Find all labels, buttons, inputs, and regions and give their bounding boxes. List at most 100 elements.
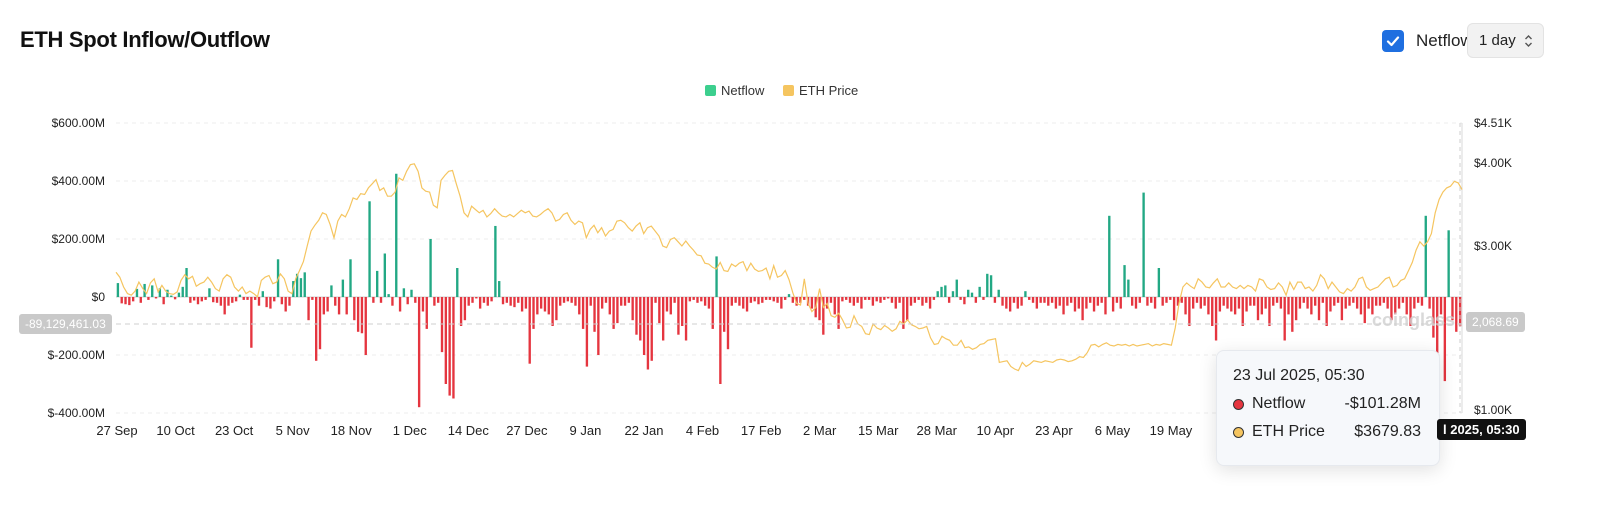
netflow-bar [223, 297, 226, 315]
netflow-bar [1348, 297, 1351, 306]
netflow-bar [1062, 297, 1065, 315]
tooltip-netflow-label: Netflow [1252, 395, 1306, 412]
netflow-bar [1401, 297, 1405, 303]
legend-netflow-swatch [705, 85, 716, 96]
netflow-bar [353, 297, 356, 321]
netflow-bar [326, 297, 329, 312]
netflow-bar [1310, 297, 1313, 315]
legend-price-label: ETH Price [799, 83, 858, 98]
netflow-bar [1298, 297, 1302, 309]
netflow-bar [356, 297, 360, 332]
netflow-bar [379, 297, 383, 303]
netflow-bar [1294, 297, 1298, 321]
netflow-bar [1413, 297, 1416, 309]
netflow-bar [1329, 297, 1332, 312]
netflow-bar [448, 297, 451, 396]
netflow-bar [120, 297, 123, 304]
netflow-bar [181, 286, 184, 297]
netflow-bar [1066, 297, 1069, 306]
y-tick-label: $0 [92, 290, 106, 304]
netflow-bar [559, 297, 562, 306]
tooltip-row-price: ETH Price $3679.83 [1233, 423, 1421, 441]
netflow-bar [1214, 297, 1218, 341]
netflow-bar [421, 297, 425, 312]
chart-tooltip: 23 Jul 2025, 05:30 Netflow -$101.28M ETH… [1216, 350, 1440, 466]
netflow-bar [1275, 297, 1279, 303]
netflow-bar [997, 289, 1000, 297]
netflow-bar [894, 297, 897, 309]
netflow-bar [780, 297, 783, 309]
netflow-bar [703, 297, 707, 306]
legend-netflow-label: Netflow [721, 83, 765, 98]
netflow-bar [1203, 297, 1206, 306]
netflow-bar [1230, 297, 1233, 312]
netflow-bar [505, 297, 509, 303]
netflow-bar [131, 297, 135, 302]
netflow-bar [555, 297, 558, 321]
netflow-bar [1119, 297, 1122, 309]
netflow-bar [1291, 297, 1294, 332]
netflow-bar [669, 297, 672, 315]
netflow-bar [1272, 297, 1275, 306]
netflow-bar [189, 297, 192, 303]
netflow-bar [925, 297, 928, 303]
netflow-bar [772, 297, 775, 302]
netflow-bar [940, 286, 943, 297]
netflow-bar [1226, 297, 1229, 309]
x-tick-label: 23 Oct [215, 423, 254, 438]
netflow-bar [227, 297, 230, 306]
netflow-bar [498, 281, 501, 297]
netflow-bar [890, 297, 894, 303]
netflow-bar [315, 297, 318, 361]
netflow-bar [204, 297, 207, 300]
netflow-bar [417, 297, 421, 408]
netflow-bar [753, 297, 756, 302]
netflow-bar [1127, 279, 1130, 297]
netflow-bar [589, 297, 592, 306]
netflow-bar [402, 288, 406, 297]
netflow-bar [219, 297, 223, 306]
netflow-bar [173, 297, 177, 300]
netflow-bar [478, 297, 482, 309]
netflow-bar [1043, 297, 1046, 303]
y2-tick-label: $4.51K [1474, 116, 1512, 130]
netflow-bar [768, 297, 772, 300]
netflow-bar [673, 297, 676, 303]
netflow-bar [1199, 297, 1202, 309]
netflow-bar [337, 297, 341, 315]
netflow-bar [1111, 297, 1115, 312]
netflow-bar [238, 294, 242, 297]
x-tick-label: 6 May [1095, 423, 1131, 438]
netflow-bar [1085, 297, 1088, 309]
netflow-bar [1165, 297, 1168, 303]
netflow-bar [1447, 230, 1450, 297]
netflow-bar [970, 292, 974, 297]
netflow-bar [597, 297, 600, 355]
netflow-bar [1077, 297, 1080, 309]
netflow-bar [1153, 297, 1157, 309]
netflow-bar [875, 297, 878, 302]
netflow-bar [608, 297, 611, 315]
netflow-bar [1024, 291, 1027, 297]
netflow-bar [1302, 297, 1305, 303]
netflow-bar [677, 297, 680, 335]
netflow-bar [1428, 297, 1431, 309]
crosshair-time-label: l 2025, 05:30 [1437, 419, 1526, 440]
y-tick-label: $400.00M [52, 174, 105, 188]
netflow-bar [631, 297, 634, 321]
netflow-bar [1100, 297, 1103, 303]
netflow-bar [764, 297, 768, 300]
netflow-bar [1073, 297, 1077, 312]
netflow-bar [700, 297, 703, 302]
netflow-bar [986, 273, 989, 297]
x-tick-label: 2 Mar [803, 423, 837, 438]
netflow-bar [1108, 215, 1111, 297]
netflow-bar [1279, 297, 1283, 309]
netflow-bar [959, 297, 962, 300]
netflow-bar [437, 297, 440, 303]
netflow-bar [547, 297, 550, 315]
netflow-bar [406, 297, 409, 305]
netflow-bar [543, 297, 547, 312]
crosshair-right-value: 2,068.69 [1466, 312, 1525, 332]
netflow-bar [726, 297, 730, 350]
